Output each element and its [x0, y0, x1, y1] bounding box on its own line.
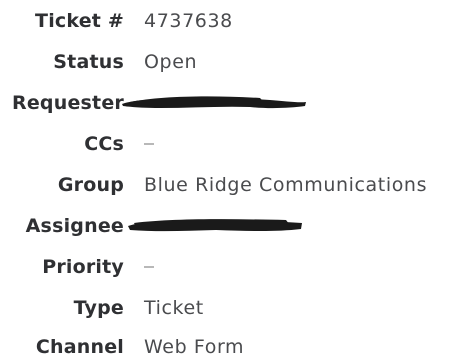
field-group: Group Blue Ridge Communications	[0, 168, 472, 202]
type-value[interactable]: Ticket	[144, 291, 204, 325]
priority-label: Priority	[42, 256, 124, 278]
ccs-empty-dash[interactable]	[144, 143, 154, 145]
field-status: Status Open	[0, 45, 472, 79]
priority-empty-dash[interactable]	[144, 266, 154, 268]
ticket-number-value: 4737638	[144, 10, 233, 32]
field-priority: Priority	[0, 250, 472, 284]
ticket-properties-panel: Ticket # 4737638 Status Open Requester C…	[0, 0, 472, 362]
type-label: Type	[73, 297, 124, 319]
group-label: Group	[57, 174, 124, 196]
channel-label: Channel	[35, 336, 124, 358]
ccs-label: CCs	[84, 133, 124, 155]
field-ccs: CCs	[0, 127, 472, 161]
field-requester: Requester	[0, 86, 472, 120]
field-channel: Channel Web Form	[0, 332, 472, 362]
status-label: Status	[53, 51, 124, 73]
field-type: Type Ticket	[0, 291, 472, 325]
field-ticket-number: Ticket # 4737638	[0, 4, 472, 38]
group-value[interactable]: Blue Ridge Communications	[144, 168, 427, 202]
channel-value: Web Form	[144, 336, 245, 358]
assignee-label: Assignee	[25, 215, 124, 237]
requester-label: Requester	[12, 92, 124, 114]
ticket-number-label: Ticket #	[35, 10, 124, 32]
requester-redaction	[120, 94, 308, 112]
assignee-redaction	[126, 217, 304, 235]
field-assignee: Assignee	[0, 209, 472, 243]
status-value[interactable]: Open	[144, 45, 197, 79]
